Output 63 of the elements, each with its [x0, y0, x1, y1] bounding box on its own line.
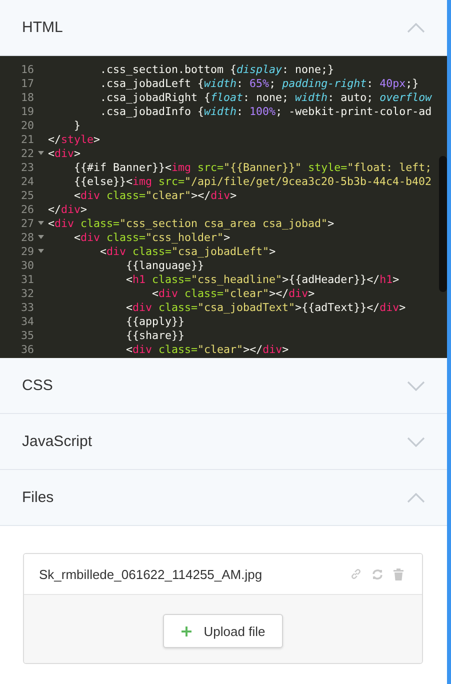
code-section-header[interactable]: CSS	[0, 358, 447, 414]
line-number: 34	[20, 314, 34, 328]
code-line: <div>	[48, 146, 81, 160]
line-number: 21	[20, 132, 34, 146]
code-line: <div class="csa_jobadLeft">	[99, 244, 276, 258]
fold-icon[interactable]	[38, 249, 44, 253]
line-number: 35	[20, 328, 34, 342]
line-number: 25	[20, 188, 34, 202]
code-line: <div class="clear"></div>	[151, 286, 315, 300]
line-number: 28	[20, 230, 34, 244]
line-number: 31	[20, 272, 34, 286]
code-line: </div>	[48, 202, 88, 216]
code-line: <div class="clear"></div>	[125, 342, 289, 356]
code-section-header[interactable]: JavaScript	[0, 414, 447, 470]
line-number: 18	[20, 90, 34, 104]
line-number: 29	[20, 244, 34, 258]
fold-icon[interactable]	[38, 235, 44, 239]
line-number: 17	[20, 76, 34, 90]
code-line: .css_section.bottom {display: none;}	[99, 62, 334, 76]
line-number: 24	[20, 174, 34, 188]
page-scrollbar[interactable]	[447, 0, 451, 684]
code-section-header[interactable]: HTML	[0, 0, 447, 56]
trash-icon[interactable]	[393, 568, 404, 580]
plus-icon[interactable]	[180, 626, 192, 636]
code-line: <div class="csa_jobadText">{{adText}}</div>	[125, 300, 406, 314]
fold-icon[interactable]	[38, 221, 44, 225]
code-line: </style>	[48, 132, 100, 146]
line-number: 32	[20, 286, 34, 300]
upload-button[interactable]: Upload file	[162, 614, 284, 648]
line-number: 20	[20, 118, 34, 132]
refresh-icon[interactable]	[371, 568, 384, 580]
line-number: 30	[20, 258, 34, 272]
code-line: {{language}}	[125, 258, 204, 272]
chevron-down-icon[interactable]	[407, 436, 425, 446]
line-number: 33	[20, 300, 34, 314]
line-number: 22	[20, 146, 34, 160]
code-line: <div class="clear"></div>	[73, 188, 237, 202]
code-line: {{#if Banner}}<img src="{{Banner}}" style="float: left;	[73, 160, 432, 174]
chevron-up-icon[interactable]	[407, 492, 425, 502]
code-line: .csa_jobadLeft {width: 65%; padding-right: 40px;}	[99, 76, 419, 90]
code-line: {{apply}}	[125, 314, 185, 328]
code-line: {{share}}	[125, 328, 185, 342]
code-line: .csa_jobadRight {float: none; width: auto; overflow	[99, 90, 432, 104]
code-line: <div class="css_section csa_area csa_jobad">	[48, 216, 334, 230]
files-section-header[interactable]: Files	[0, 470, 447, 526]
code-line: }	[73, 118, 81, 132]
file-name: Sk_rmbillede_061622_114255_AM.jpg	[39, 566, 262, 582]
link-icon[interactable]	[350, 568, 362, 580]
fold-icon[interactable]	[38, 151, 44, 155]
code-line: .csa_jobadInfo {width: 100%; -webkit-print-color-ad	[99, 104, 432, 118]
line-number: 27	[20, 216, 34, 230]
code-editor[interactable]	[0, 56, 447, 358]
line-number: 36	[20, 342, 34, 356]
code-line: <h1 class="css_headline">{{adHeader}}</h1>	[125, 272, 400, 286]
chevron-up-icon[interactable]	[407, 22, 425, 32]
code-line: {{else}}<img src="/api/file/get/9cea3c20-5b3b-44c4-b402	[73, 174, 432, 188]
scrollbar-thumb[interactable]	[439, 156, 447, 292]
line-number: 26	[20, 202, 34, 216]
line-number: 19	[20, 104, 34, 118]
line-number: 16	[20, 62, 34, 76]
code-line: <div class="css_holder">	[73, 230, 230, 244]
line-number: 23	[20, 160, 34, 174]
chevron-down-icon[interactable]	[407, 380, 425, 390]
